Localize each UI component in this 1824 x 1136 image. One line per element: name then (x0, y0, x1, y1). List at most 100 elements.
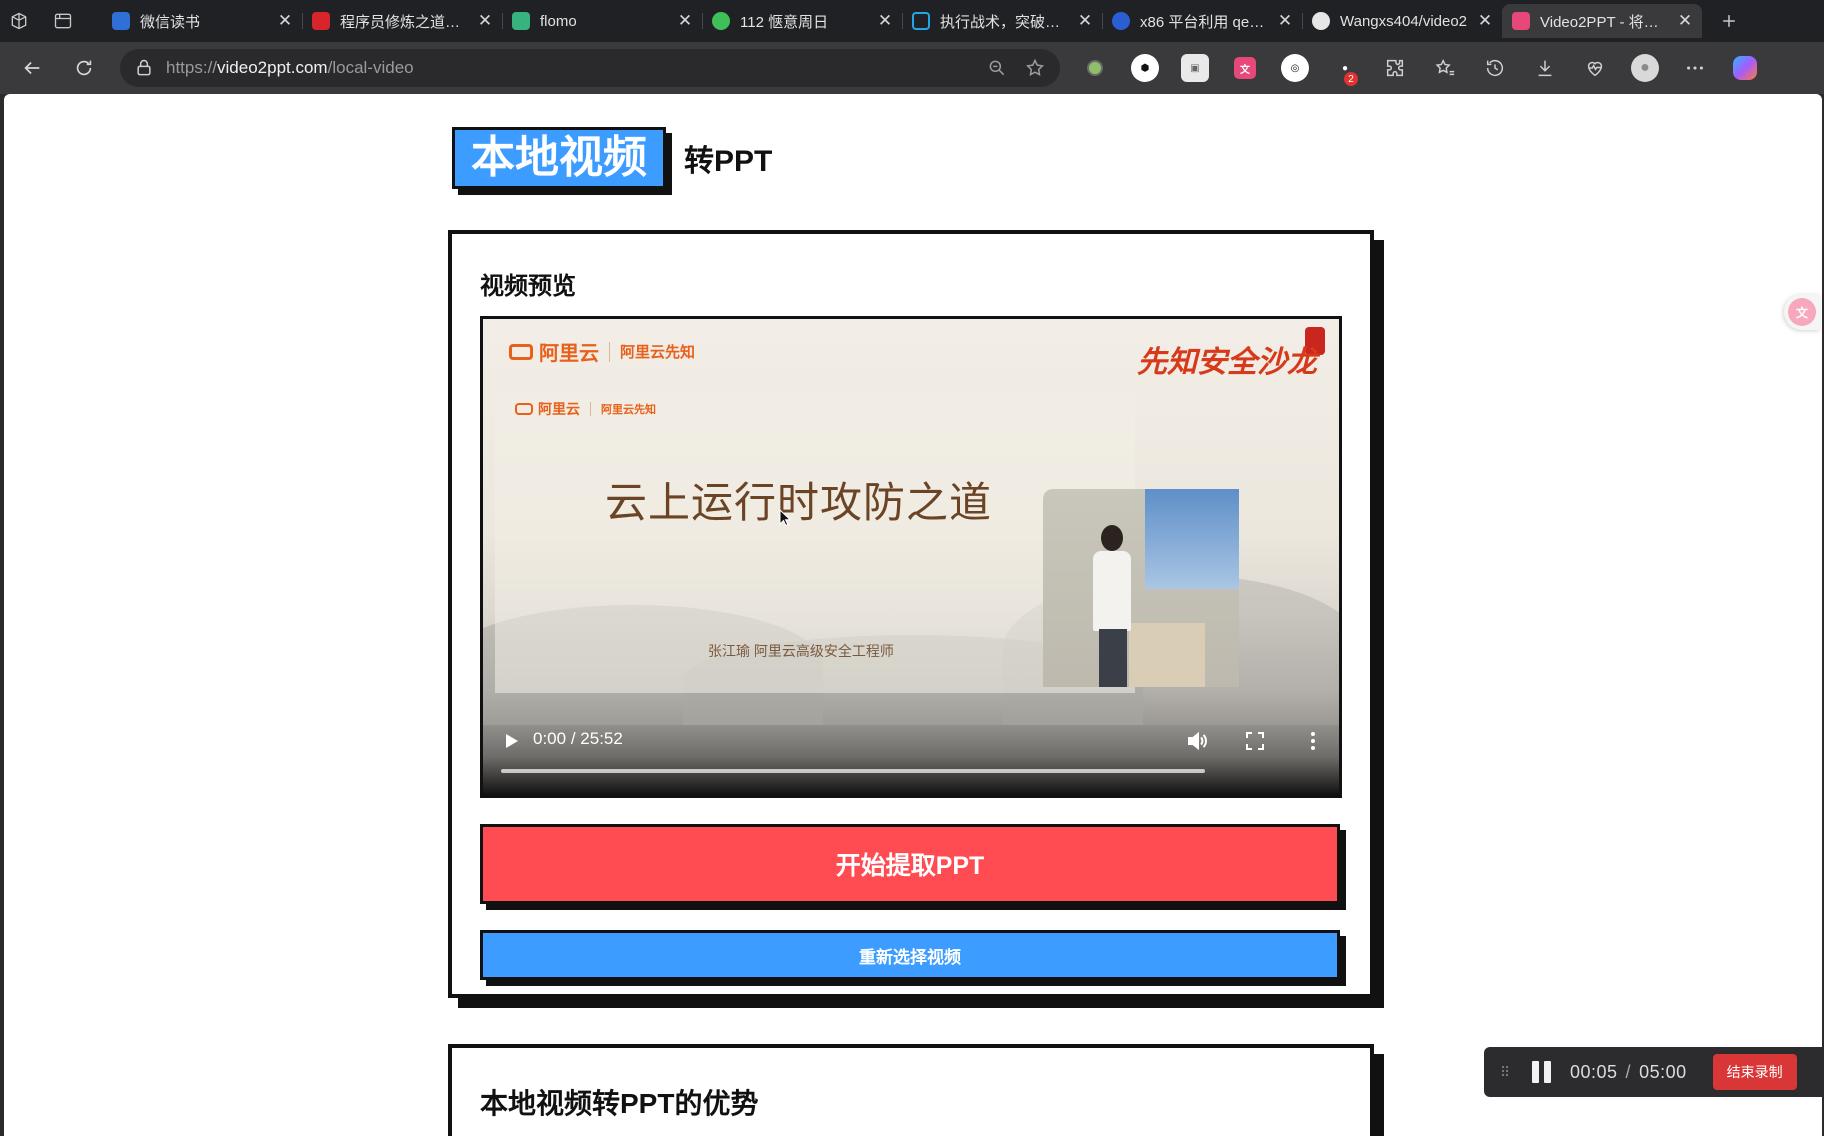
extension-reader[interactable]: ▣ (1170, 48, 1220, 88)
translate-icon: 文 (1234, 57, 1256, 79)
tab-title: 112 惬意周日 (740, 13, 829, 31)
volume-icon[interactable] (1185, 729, 1209, 753)
recording-limit: 05:00 (1639, 1061, 1687, 1082)
extensions-button[interactable] (1370, 48, 1420, 88)
extension-chatgpt[interactable]: ◎ (1270, 48, 1320, 88)
screen-recorder: ⠿ 00:05 / 05:00 结束录制 (1484, 1047, 1824, 1097)
tab-title: x86 平台利用 qemu (1140, 13, 1270, 31)
extension-translate[interactable]: 文 (1220, 48, 1270, 88)
video-player[interactable]: 阿里云 阿里云先知 先知安全沙龙 阿里云 阿里云先知 云上运行时攻防之道 张江瑜… (480, 316, 1342, 798)
close-icon[interactable]: ✕ (1276, 11, 1294, 30)
tab-title: flomo (540, 12, 577, 30)
history-button[interactable] (1470, 48, 1520, 88)
advantages-title: 本地视频转PPT的优势 (480, 1088, 759, 1119)
tab-github[interactable]: Wangxs404/video2 ✕ (1302, 4, 1502, 38)
speaker-caption: 张江瑜 阿里云高级安全工程师 (708, 643, 894, 659)
copilot-button[interactable] (1720, 48, 1770, 88)
copilot-icon (1733, 56, 1757, 80)
workspaces-button[interactable] (0, 2, 38, 40)
tab-title: Wangxs404/video2 (1340, 12, 1468, 30)
github-icon (1312, 12, 1330, 30)
performance-button[interactable] (1570, 48, 1620, 88)
reselect-video-button[interactable]: 重新选择视频 (480, 930, 1340, 980)
close-icon[interactable]: ✕ (1076, 11, 1094, 30)
tab-title: 微信读书 (140, 13, 201, 31)
extension-vpn[interactable]: ⬢ (1120, 48, 1170, 88)
book-icon (312, 12, 330, 30)
page-title-badge: 本地视频 (452, 127, 666, 189)
reader-icon: ▣ (1181, 54, 1209, 82)
tab-actions-icon (54, 13, 72, 29)
tab-qemu[interactable]: x86 平台利用 qemu ✕ (1102, 4, 1302, 38)
close-icon[interactable]: ✕ (1676, 11, 1694, 30)
video2ppt-icon (1512, 12, 1530, 30)
reload-button[interactable] (62, 46, 106, 90)
floating-translate-button[interactable]: 文 (1784, 294, 1820, 330)
tab-flomo[interactable]: flomo ✕ (502, 4, 702, 38)
downloads-button[interactable] (1520, 48, 1570, 88)
flomo-icon (512, 12, 530, 30)
speaker-legs (1099, 629, 1127, 687)
chatgpt-icon: ◎ (1281, 54, 1309, 82)
address-bar[interactable]: https://video2ppt.com/local-video (120, 49, 1060, 87)
speaker-figure (1091, 525, 1131, 687)
new-tab-button[interactable] (1710, 2, 1748, 40)
stop-recording-button[interactable]: 结束录制 (1712, 1054, 1797, 1090)
advantages-card: 本地视频转PPT的优势 (448, 1044, 1374, 1136)
tab-video2ppt[interactable]: Video2PPT - 将视频 ✕ (1502, 4, 1702, 38)
tab-actions-button[interactable] (44, 2, 82, 40)
heart-pulse-icon (1587, 61, 1603, 77)
pause-bar (1532, 1061, 1539, 1083)
start-extract-button[interactable]: 开始提取PPT (480, 824, 1340, 904)
zoom-button[interactable] (982, 53, 1012, 83)
url-text[interactable]: https://video2ppt.com/local-video (166, 58, 982, 78)
zoom-icon (989, 60, 1005, 76)
close-icon[interactable]: ✕ (676, 11, 694, 30)
tab-bilibili[interactable]: 执行战术，突破决策 ✕ (902, 4, 1102, 38)
preview-card: 视频预览 阿里云 阿里云先知 先知安全沙龙 阿里云 阿里云先知 云上运行时攻防之… (448, 230, 1374, 998)
extension-spy[interactable]: ● 2 (1320, 48, 1370, 88)
tab-programmer-book[interactable]: 程序员修炼之道：通 ✕ (302, 4, 502, 38)
talk-title: 云上运行时攻防之道 (605, 478, 993, 527)
extension-row: ⬢ ▣ 文 ◎ ● 2 ● (1070, 48, 1770, 88)
speaker-body (1093, 551, 1131, 631)
close-icon[interactable]: ✕ (876, 11, 894, 30)
back-button[interactable] (10, 46, 54, 90)
brand-script: 先知安全沙龙 (1137, 345, 1317, 380)
plus-icon (1723, 15, 1735, 27)
favorites-button[interactable] (1420, 48, 1470, 88)
tab-title: 执行战术，突破决策 (940, 13, 1070, 31)
video-time-current: 0:00 (533, 729, 567, 748)
fullscreen-icon[interactable] (1243, 729, 1267, 753)
tab-weread[interactable]: 微信读书 ✕ (102, 4, 302, 38)
pause-bar (1544, 1061, 1551, 1083)
divider (609, 341, 610, 362)
close-icon[interactable]: ✕ (476, 11, 494, 30)
brand-sub-small: 阿里云先知 (601, 404, 656, 416)
brand-logo-row-small: 阿里云 阿里云先知 (515, 399, 656, 419)
video-progress-bar[interactable] (501, 769, 1205, 773)
weread-icon (112, 12, 130, 30)
pause-button[interactable] (1532, 1061, 1552, 1083)
extension-status[interactable] (1070, 48, 1120, 88)
close-icon[interactable]: ✕ (276, 11, 294, 30)
download-icon (1538, 60, 1552, 77)
tab-sunday[interactable]: 112 惬意周日 ✕ (702, 4, 902, 38)
page-title: 本地视频 转PPT (452, 126, 772, 190)
profile-button[interactable]: ● (1620, 48, 1670, 88)
more-menu-button[interactable] (1670, 48, 1720, 88)
close-icon[interactable]: ✕ (1476, 11, 1494, 30)
favorites-star-icon (1435, 58, 1455, 76)
speaker-head (1101, 525, 1123, 551)
translate-bubble-icon: 文 (1788, 298, 1816, 326)
play-icon[interactable] (501, 731, 521, 751)
tab-title: 程序员修炼之道：通 (340, 13, 470, 31)
favorite-button[interactable] (1020, 53, 1050, 83)
leaf-icon (712, 12, 730, 30)
more-vertical-icon[interactable] (1301, 729, 1325, 753)
drag-handle-icon[interactable]: ⠿ (1500, 1064, 1514, 1081)
extension-badge: 2 (1344, 72, 1358, 86)
more-horizontal-icon (1687, 66, 1703, 70)
brand-main-small: 阿里云 (538, 401, 580, 417)
arrow-left-icon (24, 61, 40, 75)
